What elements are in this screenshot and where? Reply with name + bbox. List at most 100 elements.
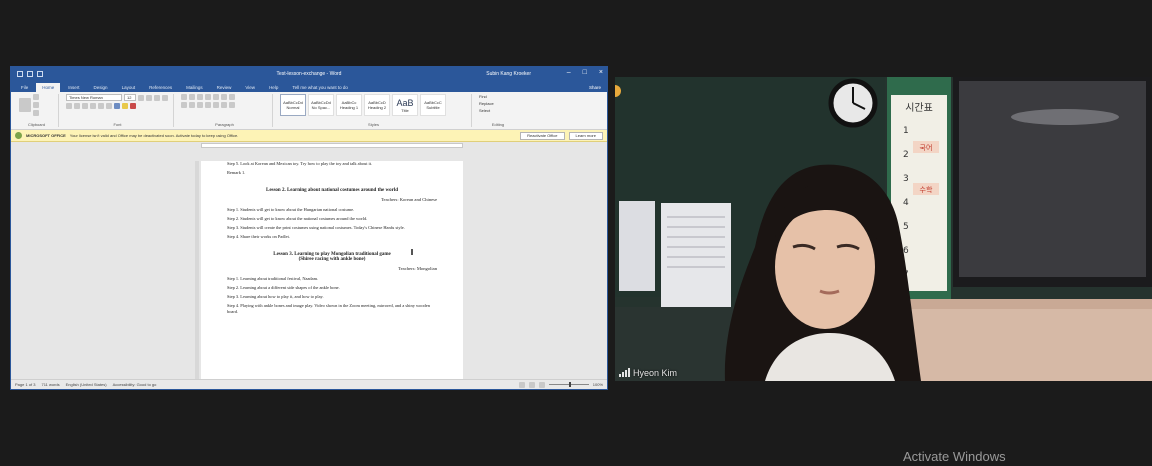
close-icon[interactable]: × — [599, 69, 603, 76]
tell-me-box[interactable]: Tell me what you want to do — [286, 83, 354, 92]
accessibility-status[interactable]: Accessibility: Good to go — [113, 382, 157, 387]
reactivate-button[interactable]: Reactivate Office — [520, 131, 565, 140]
underline-icon[interactable] — [82, 103, 88, 109]
shrink-font-icon[interactable] — [146, 94, 152, 101]
lesson-2-heading: Lesson 2. Learning about national costum… — [265, 188, 398, 193]
share-button[interactable]: Share — [583, 83, 607, 92]
multilevel-list-icon[interactable] — [197, 94, 203, 100]
lesson-3-subheading: (Shiree racing with ankle bone) — [298, 257, 366, 262]
web-layout-icon[interactable] — [538, 381, 545, 388]
paragraph-group: Paragraph — [177, 94, 273, 127]
align-right-icon[interactable] — [197, 102, 203, 108]
tab-layout[interactable]: Layout — [116, 83, 142, 92]
tab-help[interactable]: Help — [263, 83, 284, 92]
sort-icon[interactable] — [221, 94, 227, 100]
subject-label: 국어 — [920, 143, 933, 152]
align-center-icon[interactable] — [189, 102, 195, 108]
text-effects-icon[interactable] — [114, 103, 120, 109]
learn-more-button[interactable]: Learn more — [568, 131, 603, 140]
print-layout-icon[interactable] — [528, 381, 535, 388]
ribbon-tabs: File Home Insert Design Layout Reference… — [11, 80, 607, 92]
maximize-icon[interactable]: □ — [583, 69, 587, 76]
doc-paragraph: Step 2. Learning about a different side … — [227, 285, 340, 290]
align-left-icon[interactable] — [181, 102, 187, 108]
lesson-2-teachers: Teachers: Korean and Chinese — [381, 197, 437, 202]
activate-windows-watermark: Activate Windows — [903, 449, 1006, 464]
replace-button[interactable]: Replace — [479, 101, 517, 106]
copy-icon[interactable] — [33, 102, 39, 108]
show-marks-icon[interactable] — [229, 94, 235, 100]
shading-icon[interactable] — [221, 102, 227, 108]
status-bar: Page 1 of 3 711 words English (United St… — [11, 379, 607, 389]
signal-strength-icon — [619, 368, 630, 377]
line-spacing-icon[interactable] — [213, 102, 219, 108]
strikethrough-icon[interactable] — [90, 103, 96, 109]
subscript-icon[interactable] — [98, 103, 104, 109]
group-label: Styles — [368, 122, 379, 127]
doc-paragraph: Remark 1. — [227, 170, 246, 175]
word-window: Test-lesson-exchange - Word Subin Kang K… — [10, 66, 608, 390]
document-page[interactable]: Step 5. Look at Korean and Mexican toy. … — [201, 161, 463, 379]
timetable-title: 시간표 — [905, 102, 933, 114]
bold-icon[interactable] — [66, 103, 72, 109]
group-label: Clipboard — [27, 122, 46, 127]
zoom-level[interactable]: 100% — [593, 382, 603, 387]
word-count[interactable]: 711 words — [41, 382, 59, 387]
video-frame: 시간표 1 2 3 4 5 6 7 국어 수학 — [615, 77, 1152, 381]
license-message-bar: MICROSOFT OFFICE Your license isn't vali… — [11, 130, 607, 142]
font-size-select[interactable]: 12 — [124, 94, 136, 101]
tab-view[interactable]: View — [239, 83, 261, 92]
font-color-icon[interactable] — [130, 103, 136, 109]
page-count[interactable]: Page 1 of 3 — [15, 382, 35, 387]
style-normal[interactable]: AaBbCcDd Normal — [280, 94, 306, 116]
language-indicator[interactable]: English (United States) — [66, 382, 107, 387]
style-name: Normal — [286, 105, 300, 110]
style-heading-2[interactable]: AaBbCcD Heading 2 — [364, 94, 390, 116]
group-label: Editing — [491, 122, 505, 127]
editing-group: Find Replace Select Editing — [475, 94, 521, 127]
font-name-select[interactable]: Times New Roman — [66, 94, 122, 101]
zoom-slider[interactable] — [548, 382, 589, 387]
borders-icon[interactable] — [229, 102, 235, 108]
read-mode-icon[interactable] — [518, 381, 525, 388]
clear-format-icon[interactable] — [162, 94, 168, 101]
tab-mailings[interactable]: Mailings — [180, 83, 209, 92]
highlight-icon[interactable] — [122, 103, 128, 109]
select-button[interactable]: Select — [479, 108, 517, 113]
decrease-indent-icon[interactable] — [205, 94, 211, 100]
doc-paragraph: Step 1. Students will get to know about … — [227, 207, 355, 212]
wall-poster — [619, 201, 655, 291]
doc-paragraph: Step 3. Learning about how to play it, a… — [227, 294, 324, 299]
style-subtitle[interactable]: AaBbCcC Subtitle — [420, 94, 446, 116]
tab-references[interactable]: References — [143, 83, 178, 92]
justify-icon[interactable] — [205, 102, 211, 108]
classroom-cabinet — [895, 299, 1152, 381]
grow-font-icon[interactable] — [138, 94, 144, 101]
tab-file[interactable]: File — [15, 83, 34, 92]
tab-review[interactable]: Review — [211, 83, 238, 92]
style-heading-1[interactable]: AaBbCc Heading 1 — [336, 94, 362, 116]
paste-icon[interactable] — [19, 98, 31, 112]
period-number: 1 — [903, 126, 909, 136]
superscript-icon[interactable] — [106, 103, 112, 109]
style-title[interactable]: AaB Title — [392, 94, 418, 116]
format-painter-icon[interactable] — [33, 110, 39, 116]
document-area[interactable]: Step 5. Look at Korean and Mexican toy. … — [11, 161, 607, 379]
text-cursor-icon — [411, 249, 413, 255]
change-case-icon[interactable] — [154, 94, 160, 101]
participant-video[interactable]: 시간표 1 2 3 4 5 6 7 국어 수학 — [615, 77, 1152, 381]
increase-indent-icon[interactable] — [213, 94, 219, 100]
tab-insert[interactable]: Insert — [62, 83, 85, 92]
minimize-icon[interactable]: – — [567, 69, 571, 76]
message-title: MICROSOFT OFFICE — [26, 133, 66, 138]
style-name: No Spac... — [311, 105, 331, 110]
style-no-spacing[interactable]: AaBbCcDd No Spac... — [308, 94, 334, 116]
italic-icon[interactable] — [74, 103, 80, 109]
account-name[interactable]: Subin Kang Kroeker — [486, 71, 531, 77]
find-button[interactable]: Find — [479, 94, 517, 99]
tab-design[interactable]: Design — [88, 83, 114, 92]
bullets-icon[interactable] — [181, 94, 187, 100]
cut-icon[interactable] — [33, 94, 39, 100]
numbering-icon[interactable] — [189, 94, 195, 100]
tab-home[interactable]: Home — [36, 83, 61, 92]
